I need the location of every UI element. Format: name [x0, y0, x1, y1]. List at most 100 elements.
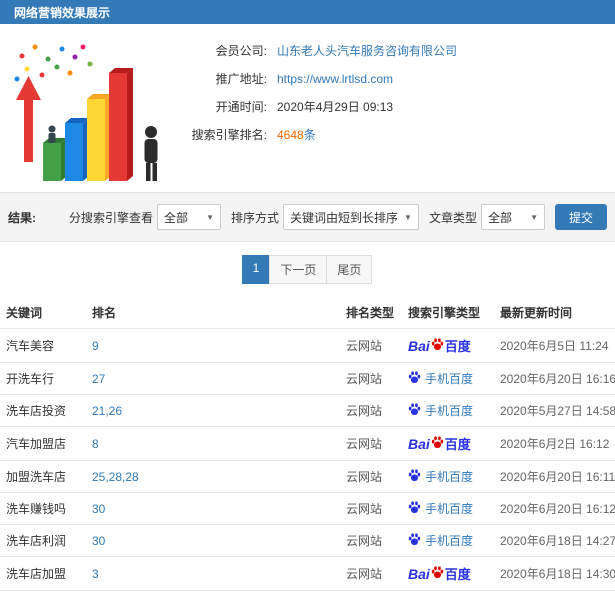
updated-cell: 2020年6月5日 11:24	[494, 328, 615, 363]
mobile-baidu-paw-icon	[408, 402, 421, 419]
keyword-cell: 汽车加盟店	[0, 426, 86, 461]
rank-link[interactable]: 27	[92, 372, 105, 386]
submit-button[interactable]: 提交	[554, 204, 607, 230]
promo-url-link[interactable]: https://www.lrtlsd.com	[277, 72, 393, 86]
engine-cell: 手机百度	[402, 362, 494, 395]
company-field: 会员公司: 山东老人头汽车服务咨询有限公司	[175, 44, 615, 58]
keyword-cell: 洗车店利润	[0, 524, 86, 557]
last-page-button[interactable]: 尾页	[326, 255, 373, 284]
updated-cell: 2020年6月2日 16:12	[494, 426, 615, 461]
results-table: 关键词 排名 排名类型 搜索引擎类型 最新更新时间 汽车美容 9 云网站 Bai	[0, 297, 615, 591]
rank-link[interactable]: 3	[92, 567, 99, 581]
article-type-label: 文章类型	[428, 210, 477, 225]
page-header: 网络营销效果展示	[0, 0, 615, 24]
chevron-down-icon: ▼	[404, 212, 412, 222]
article-type-select[interactable]: 全部 ▼	[480, 204, 545, 230]
keyword-cell: 洗车店加盟	[0, 556, 86, 591]
engine-filter-label: 分搜索引擎查看	[69, 210, 154, 225]
baidu-paw-icon	[431, 565, 444, 582]
mobile-baidu-label: 手机百度	[425, 404, 474, 418]
updated-cell: 2020年6月18日 14:30	[494, 556, 615, 591]
baidu-logo: Bai 百度	[408, 434, 471, 453]
rank-link[interactable]: 9	[92, 339, 99, 353]
mobile-baidu-label: 手机百度	[425, 502, 474, 516]
rank-link[interactable]: 8	[92, 437, 99, 451]
rank-link[interactable]: 30	[92, 502, 105, 516]
promo-url-field: 推广地址: https://www.lrtlsd.com	[175, 72, 615, 86]
engine-rank-unit: 条	[303, 128, 316, 142]
company-label: 会员公司:	[215, 44, 267, 58]
open-time-field: 开通时间: 2020年4月29日 09:13	[175, 100, 615, 114]
mobile-baidu-paw-icon	[408, 500, 421, 517]
rank-link[interactable]: 25,28,28	[92, 470, 139, 484]
businessman-figure	[144, 126, 157, 181]
article-type-value: 全部	[487, 210, 512, 225]
mobile-baidu-logo: 手机百度	[408, 500, 473, 517]
filter-controls: 分搜索引擎查看 全部 ▼ 排序方式 关键词由短到长排序 ▼ 文章类型 全部 ▼ …	[59, 204, 607, 230]
bar-chart-illustration	[0, 36, 175, 188]
small-person-figure	[48, 125, 55, 143]
results-section-label: 结果:	[8, 210, 36, 225]
mobile-baidu-paw-icon	[408, 468, 421, 485]
engine-cell: 手机百度	[402, 394, 494, 427]
rank-type-cell: 云网站	[340, 524, 402, 557]
table-row: 汽车加盟店 8 云网站 Bai 百度 2020年6月2日 16:12	[0, 426, 615, 461]
baidu-logo: Bai 百度	[408, 336, 471, 355]
sort-label: 排序方式	[231, 210, 280, 225]
growth-chart-graphic	[14, 44, 157, 181]
rank-link[interactable]: 30	[92, 534, 105, 548]
header-updated: 最新更新时间	[494, 297, 615, 329]
mobile-baidu-paw-icon	[408, 370, 421, 387]
engine-rank-label: 搜索引擎排名:	[191, 128, 267, 142]
baidu-bai-text: Bai	[408, 565, 430, 582]
table-row: 加盟洗车店 25,28,28 云网站 手机百度 2020年6月20日 16:11	[0, 460, 615, 493]
engine-filter-value: 全部	[164, 210, 189, 225]
keyword-cell: 开洗车行	[0, 362, 86, 395]
updated-cell: 2020年6月20日 16:16	[494, 362, 615, 395]
mobile-baidu-paw-icon	[408, 532, 421, 549]
mobile-baidu-label: 手机百度	[425, 372, 474, 386]
updated-cell: 2020年6月18日 14:27	[494, 524, 615, 557]
engine-cell: 手机百度	[402, 524, 494, 557]
mobile-baidu-logo: 手机百度	[408, 532, 473, 549]
baidu-du-text: 百度	[444, 567, 471, 582]
baidu-du-text: 百度	[444, 339, 471, 354]
filters-bar: 结果: 分搜索引擎查看 全部 ▼ 排序方式 关键词由短到长排序 ▼ 文章类型 全…	[0, 192, 615, 242]
mobile-baidu-logo: 手机百度	[408, 468, 473, 485]
chevron-down-icon: ▼	[530, 212, 538, 222]
promo-url-label: 推广地址:	[215, 72, 267, 86]
keyword-cell: 洗车店投资	[0, 394, 86, 427]
rank-type-cell: 云网站	[340, 426, 402, 461]
header-rank: 排名	[86, 297, 340, 329]
keyword-cell: 加盟洗车店	[0, 460, 86, 493]
page-number-current[interactable]: 1	[241, 255, 271, 284]
mobile-baidu-label: 手机百度	[425, 534, 474, 548]
engine-filter-select[interactable]: 全部 ▼	[157, 204, 222, 230]
mobile-baidu-label: 手机百度	[425, 470, 474, 484]
sort-value: 关键词由短到长排序	[290, 210, 399, 225]
table-row: 洗车店投资 21,26 云网站 手机百度 2020年5月27日 14:58	[0, 394, 615, 427]
engine-cell: 手机百度	[402, 460, 494, 493]
engine-rank-field: 搜索引擎排名: 4648 条	[175, 128, 615, 142]
engine-rank-count: 4648	[277, 128, 304, 142]
rank-type-cell: 云网站	[340, 460, 402, 493]
baidu-logo: Bai 百度	[408, 564, 471, 583]
header-keyword: 关键词	[0, 297, 86, 329]
sort-select[interactable]: 关键词由短到长排序 ▼	[283, 204, 419, 230]
header-rank-type: 排名类型	[340, 297, 402, 329]
engine-cell: Bai 百度	[402, 556, 494, 591]
baidu-paw-icon	[431, 337, 444, 354]
mobile-baidu-logo: 手机百度	[408, 402, 473, 419]
confetti-dots	[14, 44, 92, 82]
rank-link[interactable]: 21,26	[92, 404, 122, 418]
company-link[interactable]: 山东老人头汽车服务咨询有限公司	[277, 44, 457, 58]
engine-cell: Bai 百度	[402, 328, 494, 363]
next-page-button[interactable]: 下一页	[269, 255, 328, 284]
table-row: 汽车美容 9 云网站 Bai 百度 2020年6月5日 11:24	[0, 328, 615, 363]
page-title: 网络营销效果展示	[14, 5, 111, 20]
updated-cell: 2020年5月27日 14:58	[494, 394, 615, 427]
mobile-baidu-logo: 手机百度	[408, 370, 473, 387]
chevron-down-icon: ▼	[206, 212, 215, 222]
info-panel: 会员公司: 山东老人头汽车服务咨询有限公司 推广地址: https://www.…	[0, 24, 615, 192]
results-table-body: 汽车美容 9 云网站 Bai 百度 2020年6月5日 11:24 开洗车行 2…	[0, 328, 615, 591]
